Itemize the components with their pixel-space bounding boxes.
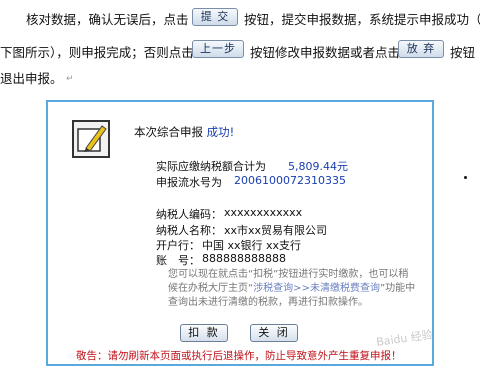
dialog-title-status: 成功! bbox=[206, 125, 235, 139]
bullet-dot bbox=[464, 176, 467, 179]
tax-total-value: 5,809.44元 bbox=[288, 160, 348, 173]
abandon-button-image: 放 弃 bbox=[398, 40, 444, 58]
serial-label: 申报流水号为 bbox=[156, 176, 222, 189]
account-label: 账 号： bbox=[156, 254, 200, 267]
instruction-text-2a: 下图所示），则申报完成；否则点击 bbox=[0, 45, 194, 60]
success-dialog: 本次综合申报 成功! 实际应缴纳税额合计为 5,809.44元 申报流水号为 2… bbox=[46, 100, 434, 366]
bank-label: 开户行： bbox=[156, 239, 200, 252]
taxpayer-id-value: xxxxxxxxxxxx bbox=[224, 206, 303, 219]
warning-text: 敬告：请勿刷新本页面或执行后退操作，防止导致意外产生重复申报！ bbox=[76, 350, 402, 362]
instruction-text-1b: 按钮，提交申报数据，系统提示申报成功（如 bbox=[244, 12, 480, 27]
document-edit-icon bbox=[72, 120, 110, 158]
tax-total-label: 实际应缴纳税额合计为 bbox=[156, 160, 266, 173]
deduction-note: 您可以现在就点击“扣税”按钮进行实时缴款，也可以稍候在办税大厅主页“涉税查询>>… bbox=[168, 268, 418, 310]
taxpayer-name-label: 纳税人名称： bbox=[156, 224, 222, 237]
serial-value: 2006100072310335 bbox=[234, 174, 346, 187]
dialog-title: 本次综合申报 成功! bbox=[134, 124, 234, 140]
paragraph-mark-icon: ↵ bbox=[66, 74, 74, 84]
taxpayer-id-label: 纳税人编码： bbox=[156, 208, 222, 221]
tax-query-link[interactable]: 涉税查询>>未清缴税费查询 bbox=[253, 283, 380, 294]
bank-value: 中国 xx银行 xx支行 bbox=[202, 239, 302, 252]
account-value: 888888888888 bbox=[202, 252, 286, 265]
instruction-text-1a: 核对数据，确认无误后，点击 bbox=[26, 12, 189, 27]
instruction-text-3: 退出申报。 bbox=[0, 71, 63, 86]
instruction-text-2c: 按钮 bbox=[450, 45, 476, 60]
deduct-button[interactable]: 扣 款 bbox=[180, 324, 228, 342]
submit-button-image: 提 交 bbox=[192, 8, 238, 26]
taxpayer-name-value: xx市xx贸易有限公司 bbox=[224, 224, 328, 237]
dialog-title-prefix: 本次综合申报 bbox=[134, 125, 203, 139]
prev-step-button-image: 上一步 bbox=[192, 40, 244, 58]
instruction-text-2b: 按钮修改申报数据或者点击 bbox=[250, 45, 401, 60]
close-button[interactable]: 关 闭 bbox=[250, 324, 298, 342]
